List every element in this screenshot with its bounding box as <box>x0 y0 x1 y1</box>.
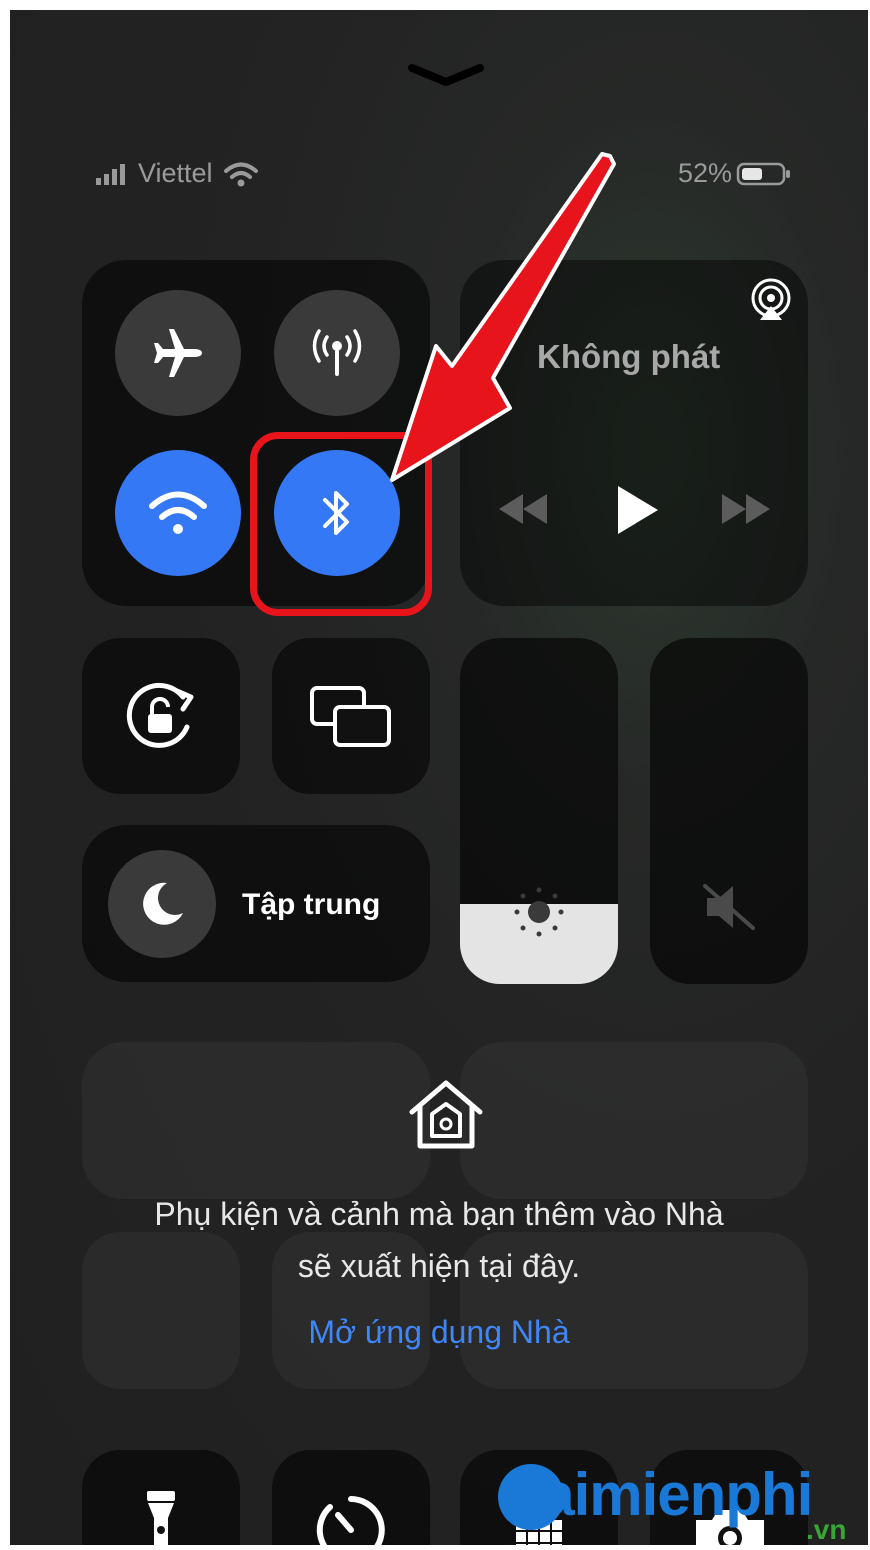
control-center: Viettel 52% Không phát Tập trung Phụ kiệ… <box>10 10 868 1545</box>
rewind-icon[interactable] <box>497 492 549 526</box>
brightness-sun-icon <box>514 887 564 937</box>
cellular-signal-icon <box>96 163 125 185</box>
watermark-suffix: .vn <box>806 1514 847 1545</box>
fast-forward-icon[interactable] <box>720 492 772 526</box>
wifi-toggle-button[interactable] <box>115 450 241 576</box>
wifi-status-icon <box>223 162 258 186</box>
carrier-name: Viettel <box>138 158 213 188</box>
screen-mirroring-icon <box>310 686 391 747</box>
battery-percent: 52% <box>678 158 733 188</box>
watermark-brand: Taimienphi <box>510 1461 813 1528</box>
focus-moon-circle <box>108 850 216 958</box>
status-bar-right: 52% <box>678 158 794 189</box>
wifi-icon <box>149 491 207 534</box>
orientation-lock-icon <box>126 682 194 748</box>
home-placeholder-tile-2 <box>460 1042 808 1199</box>
watermark-logo: Taimienphi .vn <box>498 1456 868 1545</box>
status-bar-left: Viettel <box>94 158 259 189</box>
home-icon <box>409 1080 483 1149</box>
battery-icon <box>736 162 791 185</box>
home-empty-message-line2: sẽ xuất hiện tại đây. <box>297 1248 581 1284</box>
red-arrow-annotation <box>390 152 616 482</box>
volume-muted-icon <box>703 884 755 930</box>
home-placeholder-tile-1 <box>82 1042 430 1199</box>
open-home-app-link[interactable]: Mở ứng dụng Nhà <box>10 1314 868 1351</box>
moon-icon <box>143 882 183 925</box>
play-icon[interactable] <box>614 484 660 536</box>
airplane-icon <box>154 329 202 377</box>
cellular-antenna-icon <box>312 329 362 376</box>
flashlight-icon <box>147 1491 175 1545</box>
chevron-down-icon[interactable] <box>408 62 484 90</box>
airplane-mode-button[interactable] <box>115 290 241 416</box>
home-empty-message-line1: Phụ kiện và cảnh mà bạn thêm vào Nhà <box>154 1196 724 1232</box>
volume-slider[interactable] <box>650 638 808 984</box>
timer-icon <box>316 1496 385 1545</box>
airplay-audio-icon[interactable] <box>748 278 794 322</box>
focus-label: Tập trung <box>242 888 381 921</box>
